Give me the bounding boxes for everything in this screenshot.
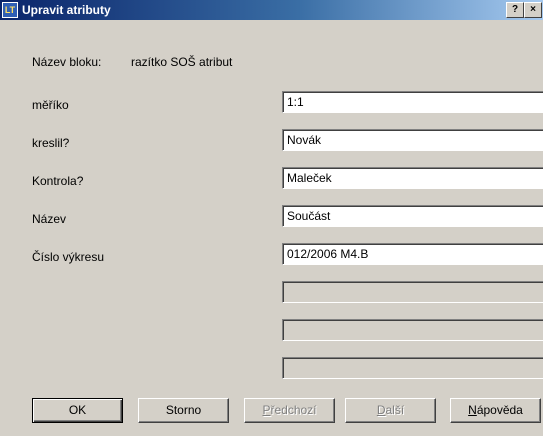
attribute-field-empty-2 (282, 319, 543, 341)
attribute-label-checked-by: Kontrola? (32, 174, 84, 188)
title-bar[interactable]: LT Upravit atributy ? × (0, 0, 543, 20)
attribute-field-drawn-by[interactable] (282, 129, 543, 151)
attribute-label-scale: měříko (32, 98, 69, 112)
close-icon[interactable]: × (524, 2, 542, 18)
app-icon: LT (2, 2, 18, 18)
help-button-accelerator: N (468, 403, 477, 417)
block-name-value: razítko SOŠ atribut (131, 55, 233, 69)
attribute-field-empty-3 (282, 357, 543, 379)
previous-button: Předchozí (244, 398, 335, 423)
attribute-label-drawing-number: Číslo výkresu (32, 250, 105, 264)
attribute-field-name[interactable] (282, 205, 543, 227)
help-button-label: ápověda (476, 403, 523, 417)
edit-attributes-dialog: LT Upravit atributy ? × Název bloku: raz… (0, 0, 543, 436)
block-name-label: Název bloku: (32, 55, 102, 69)
attribute-field-checked-by[interactable] (282, 167, 543, 189)
help-icon[interactable]: ? (506, 2, 524, 18)
next-button: Další (345, 398, 436, 423)
cancel-button[interactable]: Storno (138, 398, 229, 423)
attribute-label-name: Název (32, 212, 67, 226)
previous-button-label: ředchozí (270, 403, 317, 417)
attribute-field-empty-1 (282, 281, 543, 303)
attribute-field-scale[interactable] (282, 91, 543, 113)
window-title: Upravit atributy (22, 3, 111, 17)
help-button[interactable]: Nápověda (450, 398, 541, 423)
next-button-label: alší (385, 403, 405, 417)
attribute-field-drawing-number[interactable] (282, 243, 543, 265)
ok-button[interactable]: OK (32, 398, 123, 423)
attribute-label-drawn-by: kreslil? (32, 136, 70, 150)
